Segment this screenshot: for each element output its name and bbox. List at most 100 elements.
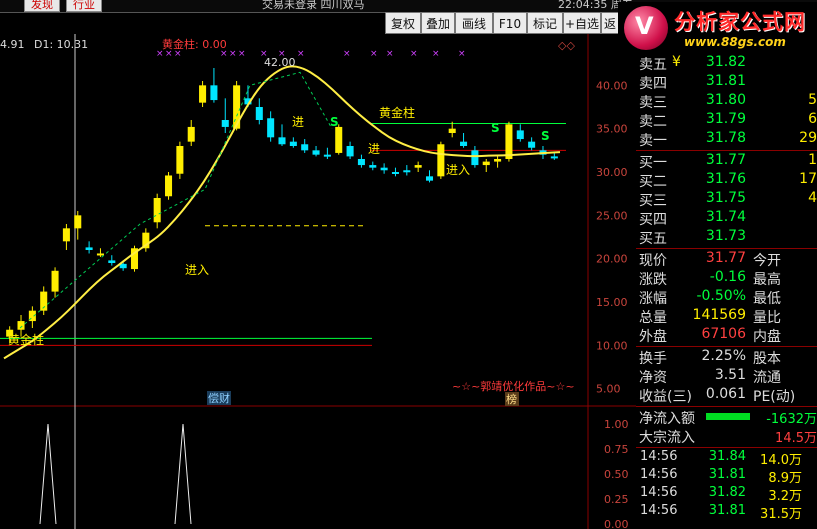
candle-body[interactable] bbox=[74, 215, 82, 229]
candle-body[interactable] bbox=[516, 130, 524, 140]
candle-body[interactable] bbox=[210, 85, 218, 101]
sell-level-4[interactable]: 卖四 31.81 bbox=[636, 73, 817, 92]
logo-title: 分析家公式网 bbox=[674, 10, 806, 34]
stat-label: 总量 bbox=[639, 310, 667, 326]
buy-level-2[interactable]: 买二 31.76 17 bbox=[636, 171, 817, 190]
toolbar-f10[interactable]: F10 bbox=[493, 12, 527, 34]
industry-button[interactable]: 行业 bbox=[66, 0, 102, 12]
discover-button[interactable]: 发现 bbox=[24, 0, 60, 12]
toolbar-restore-rights[interactable]: 复权 bbox=[385, 12, 421, 34]
stat-label-2: 量比 bbox=[753, 310, 781, 326]
candle-body[interactable] bbox=[108, 260, 116, 263]
sell-level-5[interactable]: 卖五 31.82 bbox=[636, 54, 817, 73]
diamond-icon[interactable]: ◇◇ bbox=[558, 39, 575, 52]
author-credit: ~☆~郭靖优化作品~☆~ bbox=[452, 379, 575, 393]
candle-body[interactable] bbox=[255, 107, 263, 120]
signal-marker: × bbox=[297, 49, 305, 59]
order-level-label: 买五 bbox=[639, 231, 667, 247]
candle-body[interactable] bbox=[482, 161, 490, 166]
candle-body[interactable] bbox=[176, 146, 184, 174]
stat-label-2: 股本 bbox=[753, 351, 781, 367]
candle-body[interactable] bbox=[528, 141, 536, 148]
candle-body[interactable] bbox=[278, 137, 286, 145]
candle-body[interactable] bbox=[301, 144, 309, 151]
tick-price: 31.84 bbox=[708, 449, 746, 464]
quote-row-3: 总量 141569 量比 bbox=[636, 307, 817, 326]
tick-time: 14:56 bbox=[640, 485, 678, 500]
stat-label-2: PE(动) bbox=[753, 389, 796, 405]
stat-label-2: 内盘 bbox=[753, 329, 781, 345]
stat-label-2: 流通 bbox=[753, 370, 781, 386]
toolbar-back[interactable]: 返 bbox=[601, 12, 619, 34]
candle-body[interactable] bbox=[165, 175, 173, 197]
order-price: 31.78 bbox=[705, 130, 746, 146]
candle-body[interactable] bbox=[187, 126, 195, 142]
toolbar-draw-line[interactable]: 画线 bbox=[455, 12, 493, 34]
stat-label: 外盘 bbox=[639, 329, 667, 345]
inflow-bar bbox=[706, 413, 750, 420]
candle-body[interactable] bbox=[96, 253, 104, 256]
order-level-label: 买四 bbox=[639, 212, 667, 228]
buy-level-5[interactable]: 买五 31.73 bbox=[636, 228, 817, 247]
candle-body[interactable] bbox=[346, 146, 354, 157]
candle-body[interactable] bbox=[153, 198, 161, 223]
candle-body[interactable] bbox=[335, 126, 343, 153]
candle-body[interactable] bbox=[425, 176, 434, 181]
signal-marker: × bbox=[410, 49, 418, 59]
stat-row-0: 换手 2.25% 股本 bbox=[636, 348, 817, 367]
tick-row: 14:56 31.84 14.0万 bbox=[636, 449, 817, 468]
order-price: 31.79 bbox=[705, 111, 746, 127]
candle-body[interactable] bbox=[357, 159, 365, 166]
candle-body[interactable] bbox=[550, 156, 558, 159]
kline-chart[interactable]: 40.0035.0030.0025.0020.0015.0010.005.00 … bbox=[0, 34, 636, 529]
tick-row: 14:56 31.81 31.5万 bbox=[636, 503, 817, 522]
candle-body[interactable] bbox=[62, 228, 70, 242]
candle-body[interactable] bbox=[323, 154, 331, 157]
candle-body[interactable] bbox=[437, 144, 445, 177]
candle-body[interactable] bbox=[221, 120, 229, 127]
candle-body[interactable] bbox=[460, 141, 468, 146]
candle-body[interactable] bbox=[494, 159, 502, 162]
sell-level-2[interactable]: 卖二 31.79 6 bbox=[636, 111, 817, 130]
sell-level-1[interactable]: 卖一 31.78 29 bbox=[636, 130, 817, 149]
candle-body[interactable] bbox=[380, 167, 388, 171]
price-tick-label: 5.00 bbox=[596, 383, 621, 396]
order-level-label: 卖三 bbox=[639, 95, 667, 111]
toolbar-mark[interactable]: 标记 bbox=[527, 12, 563, 34]
candle-body[interactable] bbox=[448, 128, 456, 133]
toolbar-add-watchlist[interactable]: +自选 bbox=[563, 12, 601, 34]
order-level-label: 买一 bbox=[639, 155, 667, 171]
candle-body[interactable] bbox=[369, 165, 377, 168]
sell-level-3[interactable]: 卖三 31.80 5 bbox=[636, 92, 817, 111]
toolbar-overlay[interactable]: 叠加 bbox=[421, 12, 455, 34]
candle-body[interactable] bbox=[414, 165, 422, 168]
candle-body[interactable] bbox=[85, 247, 93, 250]
sell-signal-2: S bbox=[491, 121, 500, 135]
order-level-label: 卖五 bbox=[639, 57, 667, 73]
logo-url: www.88gs.com bbox=[684, 35, 786, 49]
buy-level-4[interactable]: 买四 31.74 bbox=[636, 209, 817, 228]
buy-level-3[interactable]: 买三 31.75 4 bbox=[636, 190, 817, 209]
stat-value: 2.25% bbox=[701, 348, 746, 364]
candle-body[interactable] bbox=[403, 170, 411, 173]
stat-label: 涨跌 bbox=[639, 272, 667, 288]
candle-body[interactable] bbox=[289, 141, 297, 146]
candle-body[interactable] bbox=[312, 150, 320, 155]
candle-body[interactable] bbox=[505, 124, 513, 159]
sub-tick-label: 1.00 bbox=[604, 418, 629, 431]
quote-panel: 卖五 31.82 ¥ 卖四 31.81 卖三 31.80 5 卖二 31.79 6 卖一 31.78 29… bbox=[636, 54, 817, 529]
candle-body[interactable] bbox=[267, 118, 275, 138]
stat-label: 净资 bbox=[639, 370, 667, 386]
candle-body[interactable] bbox=[471, 150, 479, 166]
tick-time: 14:56 bbox=[640, 467, 678, 482]
candle-body[interactable] bbox=[199, 85, 207, 103]
buy-level-1[interactable]: 买一 31.77 1 bbox=[636, 152, 817, 171]
candle-body[interactable] bbox=[391, 172, 399, 174]
order-level-label: 买三 bbox=[639, 193, 667, 209]
candle-body[interactable] bbox=[51, 270, 59, 292]
stat-label-2: 最低 bbox=[753, 291, 781, 307]
order-price: 31.76 bbox=[705, 171, 746, 187]
price-tick-label: 15.00 bbox=[596, 296, 628, 309]
candle-body[interactable] bbox=[17, 321, 25, 330]
signal-marker: × bbox=[229, 49, 237, 59]
